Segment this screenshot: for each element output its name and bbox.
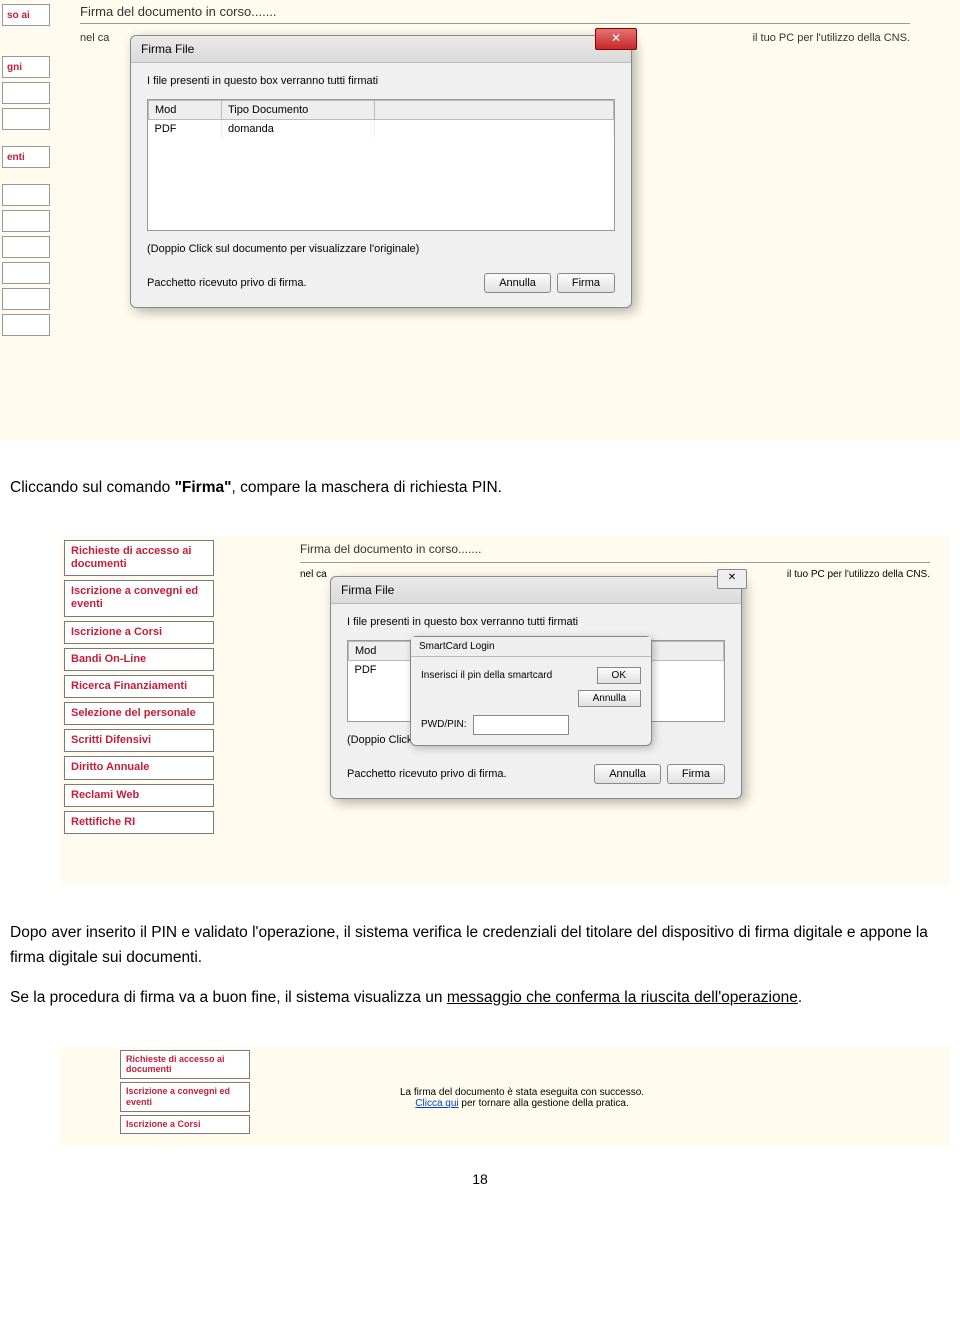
- dialog-footer: Pacchetto ricevuto privo di firma. Annul…: [331, 758, 741, 798]
- paragraph: Dopo aver inserito il PIN e validato l'o…: [10, 921, 950, 971]
- dialog-title-bar: Firma File ✕: [331, 577, 741, 604]
- sidebar-item[interactable]: so ai: [2, 4, 50, 26]
- sidebar-item-richieste[interactable]: Richieste di accesso ai documenti: [64, 540, 214, 576]
- status-text: Firma del documento in corso.......: [300, 536, 930, 563]
- sidebar-fragment: so ai gni enti: [0, 0, 52, 340]
- sidebar-item-reclami[interactable]: Reclami Web: [64, 784, 214, 807]
- firma-file-dialog: Firma File ✕ I file presenti in questo b…: [130, 35, 632, 308]
- sidebar-item-richieste[interactable]: Richieste di accesso ai documenti: [120, 1050, 250, 1080]
- pin-label: PWD/PIN:: [421, 719, 467, 730]
- message-text: per tornare alla gestione della pratica.: [459, 1098, 629, 1109]
- text: Se la procedura di firma va a buon fine,…: [10, 989, 447, 1006]
- cancel-button[interactable]: Annulla: [578, 690, 641, 707]
- table-cell: PDF: [149, 120, 222, 139]
- prompt-text: Inserisci il pin della smartcard: [421, 670, 597, 681]
- table-header: [375, 101, 614, 120]
- text-fragment: nel ca: [80, 32, 109, 44]
- smartcard-login-dialog: SmartCard Login Inserisci il pin della s…: [410, 636, 652, 746]
- close-button[interactable]: ✕: [595, 28, 637, 50]
- text-fragment: nel ca: [300, 569, 327, 580]
- text: .: [798, 989, 802, 1006]
- sidebar-item[interactable]: [2, 236, 50, 258]
- sidebar-item[interactable]: [2, 82, 50, 104]
- table-header: Mod: [349, 641, 412, 660]
- status-text: Firma del documento in corso.......: [80, 0, 910, 24]
- sidebar: Richieste di accesso ai documenti Iscriz…: [120, 1047, 250, 1137]
- sign-button[interactable]: Firma: [557, 273, 615, 293]
- sidebar-item-bandi[interactable]: Bandi On-Line: [64, 648, 214, 671]
- sidebar-item[interactable]: enti: [2, 146, 50, 168]
- sidebar-item[interactable]: [2, 288, 50, 310]
- sidebar-item-iscrizione-convegni[interactable]: Iscrizione a convegni ed eventi: [64, 580, 214, 616]
- sidebar-item-iscrizione-corsi[interactable]: Iscrizione a Corsi: [120, 1115, 250, 1134]
- close-button[interactable]: ✕: [717, 569, 747, 589]
- sidebar-item[interactable]: [2, 262, 50, 284]
- dialog-body: Inserisci il pin della smartcard OK Annu…: [411, 657, 651, 745]
- table-row[interactable]: PDF domanda: [149, 120, 614, 139]
- screenshot-smartcard-login: Richieste di accesso ai documenti Iscriz…: [60, 536, 950, 886]
- message-text: La firma del documento è stata eseguita …: [400, 1087, 644, 1098]
- sidebar-item[interactable]: [2, 314, 50, 336]
- cancel-button[interactable]: Annulla: [484, 273, 551, 293]
- dialog-footer: Pacchetto ricevuto privo di firma. Annul…: [131, 267, 631, 307]
- sidebar-item[interactable]: [2, 210, 50, 232]
- cancel-button[interactable]: Annulla: [594, 764, 661, 784]
- status-text: Pacchetto ricevuto privo di firma.: [147, 277, 478, 289]
- dialog-title-bar: Firma File ✕: [131, 36, 631, 63]
- text-underline: messaggio che conferma la riuscita dell'…: [447, 989, 798, 1006]
- sidebar-item-ricerca[interactable]: Ricerca Finanziamenti: [64, 675, 214, 698]
- dialog-title: SmartCard Login: [411, 637, 651, 657]
- document-text: Dopo aver inserito il PIN e validato l'o…: [0, 886, 960, 1047]
- sidebar-item-diritto[interactable]: Diritto Annuale: [64, 756, 214, 779]
- file-table: Mod Tipo Documento PDF domanda: [147, 99, 615, 231]
- text-fragment: il tuo PC per l'utilizzo della CNS.: [753, 32, 910, 44]
- text: , compare la maschera di richiesta PIN.: [231, 479, 502, 496]
- sidebar-item[interactable]: gni: [2, 56, 50, 78]
- page-number: 18: [0, 1147, 960, 1197]
- text: Cliccando sul comando: [10, 479, 175, 496]
- sidebar-item-rettifiche[interactable]: Rettifiche RI: [64, 811, 214, 834]
- sidebar-item-selezione[interactable]: Selezione del personale: [64, 702, 214, 725]
- sidebar: Richieste di accesso ai documenti Iscriz…: [64, 536, 214, 838]
- success-message: La firma del documento è stata eseguita …: [400, 1087, 644, 1109]
- dialog-title: Firma File: [341, 583, 394, 597]
- pin-input[interactable]: [473, 715, 569, 735]
- table-cell: PDF: [349, 660, 412, 679]
- sidebar-item[interactable]: [2, 184, 50, 206]
- sign-button[interactable]: Firma: [667, 764, 725, 784]
- screenshot-success-message: Richieste di accesso ai documenti Iscriz…: [60, 1047, 950, 1147]
- table-header: Mod: [149, 101, 222, 120]
- sidebar-item-iscrizione-convegni[interactable]: Iscrizione a convegni ed eventi: [120, 1082, 250, 1112]
- dialog-body: I file presenti in questo box verranno t…: [131, 63, 631, 267]
- text-fragment: il tuo PC per l'utilizzo della CNS.: [787, 569, 930, 580]
- ok-button[interactable]: OK: [597, 667, 641, 684]
- dialog-hint: (Doppio Click sul documento per visualiz…: [147, 243, 615, 255]
- return-link[interactable]: Clicca qui: [415, 1098, 458, 1109]
- dialog-note: I file presenti in questo box verranno t…: [147, 75, 615, 87]
- text-bold: "Firma": [175, 479, 232, 496]
- document-text: Cliccando sul comando "Firma", compare l…: [0, 440, 960, 536]
- table-cell: domanda: [222, 120, 375, 139]
- status-text: Pacchetto ricevuto privo di firma.: [347, 768, 588, 780]
- sidebar-item-iscrizione-corsi[interactable]: Iscrizione a Corsi: [64, 621, 214, 644]
- dialog-title: Firma File: [141, 42, 194, 56]
- sidebar-item-scritti[interactable]: Scritti Difensivi: [64, 729, 214, 752]
- screenshot-firma-dialog: so ai gni enti Firma del documento in co…: [0, 0, 960, 440]
- dialog-note: I file presenti in questo box verranno t…: [347, 616, 725, 628]
- table-header: Tipo Documento: [222, 101, 375, 120]
- sidebar-item[interactable]: [2, 108, 50, 130]
